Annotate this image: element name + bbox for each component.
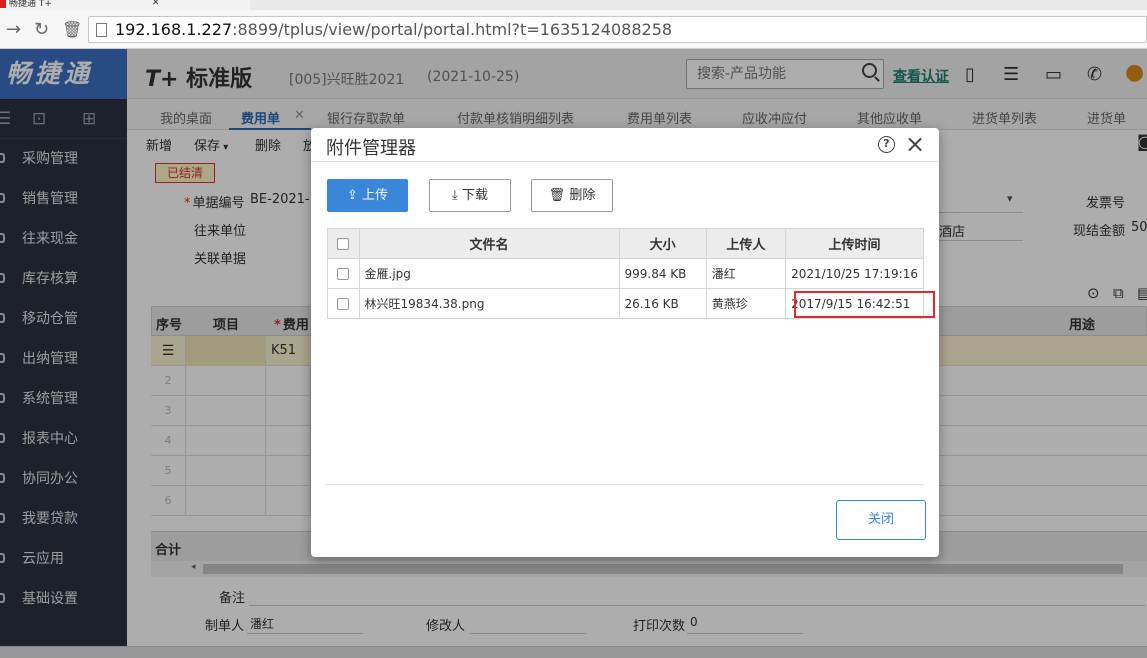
col-uploader: 上传人	[705, 228, 787, 259]
reload-icon[interactable]: ↻	[34, 20, 49, 40]
trash-icon: 🗑	[548, 188, 566, 203]
file-uploader: 潘红	[705, 258, 787, 289]
upload-icon: ⇪	[346, 188, 358, 203]
browser-toolbar: → ↻ 🗑 192.168.1.227:8899/tplus/view/port…	[0, 10, 1147, 49]
trash-icon[interactable]: 🗑	[62, 20, 82, 40]
file-name[interactable]: 林兴旺19834.38.png	[358, 288, 620, 319]
select-all-checkbox[interactable]	[327, 228, 360, 259]
file-size: 999.84 KB	[618, 258, 707, 289]
row-checkbox[interactable]	[327, 288, 360, 319]
address-bar[interactable]: 192.168.1.227:8899/tplus/view/portal/por…	[88, 16, 1147, 43]
row-checkbox[interactable]	[327, 258, 360, 289]
file-size: 26.16 KB	[618, 288, 707, 319]
col-upload-time: 上传时间	[785, 228, 924, 259]
table-header-row: 文件名 大小 上传人 上传时间	[327, 228, 924, 259]
url-host: 192.168.1.227	[115, 20, 233, 39]
close-icon[interactable]: ×	[905, 130, 925, 158]
upload-button[interactable]: ⇪ 上传	[327, 179, 408, 212]
attachment-manager-dialog: 附件管理器 ? × ⇪ 上传 ⤓ 下载 🗑 删除 文件名 大小 上传人 上传时间…	[311, 128, 939, 557]
app-favicon-icon	[0, 0, 6, 8]
download-button[interactable]: ⤓ 下载	[429, 179, 511, 212]
table-row[interactable]: 金雁.jpg 999.84 KB 潘红 2021/10/25 17:19:16	[327, 258, 924, 289]
col-size: 大小	[618, 228, 707, 259]
file-uploader: 黄燕珍	[705, 288, 787, 319]
download-icon: ⤓	[452, 188, 458, 203]
dialog-title: 附件管理器	[326, 138, 416, 159]
file-upload-time: 2021/10/25 17:19:16	[785, 258, 924, 289]
close-tab-icon[interactable]: ✕	[152, 0, 160, 8]
url-path: :8899/tplus/view/portal/portal.html?t=16…	[232, 20, 673, 39]
close-button[interactable]: 关闭	[836, 500, 926, 540]
help-icon[interactable]: ?	[878, 136, 895, 153]
forward-icon[interactable]: →	[6, 20, 21, 40]
page-icon	[96, 23, 107, 37]
col-file-name: 文件名	[358, 228, 620, 259]
file-name[interactable]: 金雁.jpg	[358, 258, 620, 289]
highlight-annotation	[794, 291, 935, 318]
browser-tab-title: 畅捷通 T+	[9, 0, 52, 9]
browser-tab[interactable]: 畅捷通 T+ ✕	[0, 0, 250, 10]
delete-button[interactable]: 🗑 删除	[531, 179, 613, 212]
